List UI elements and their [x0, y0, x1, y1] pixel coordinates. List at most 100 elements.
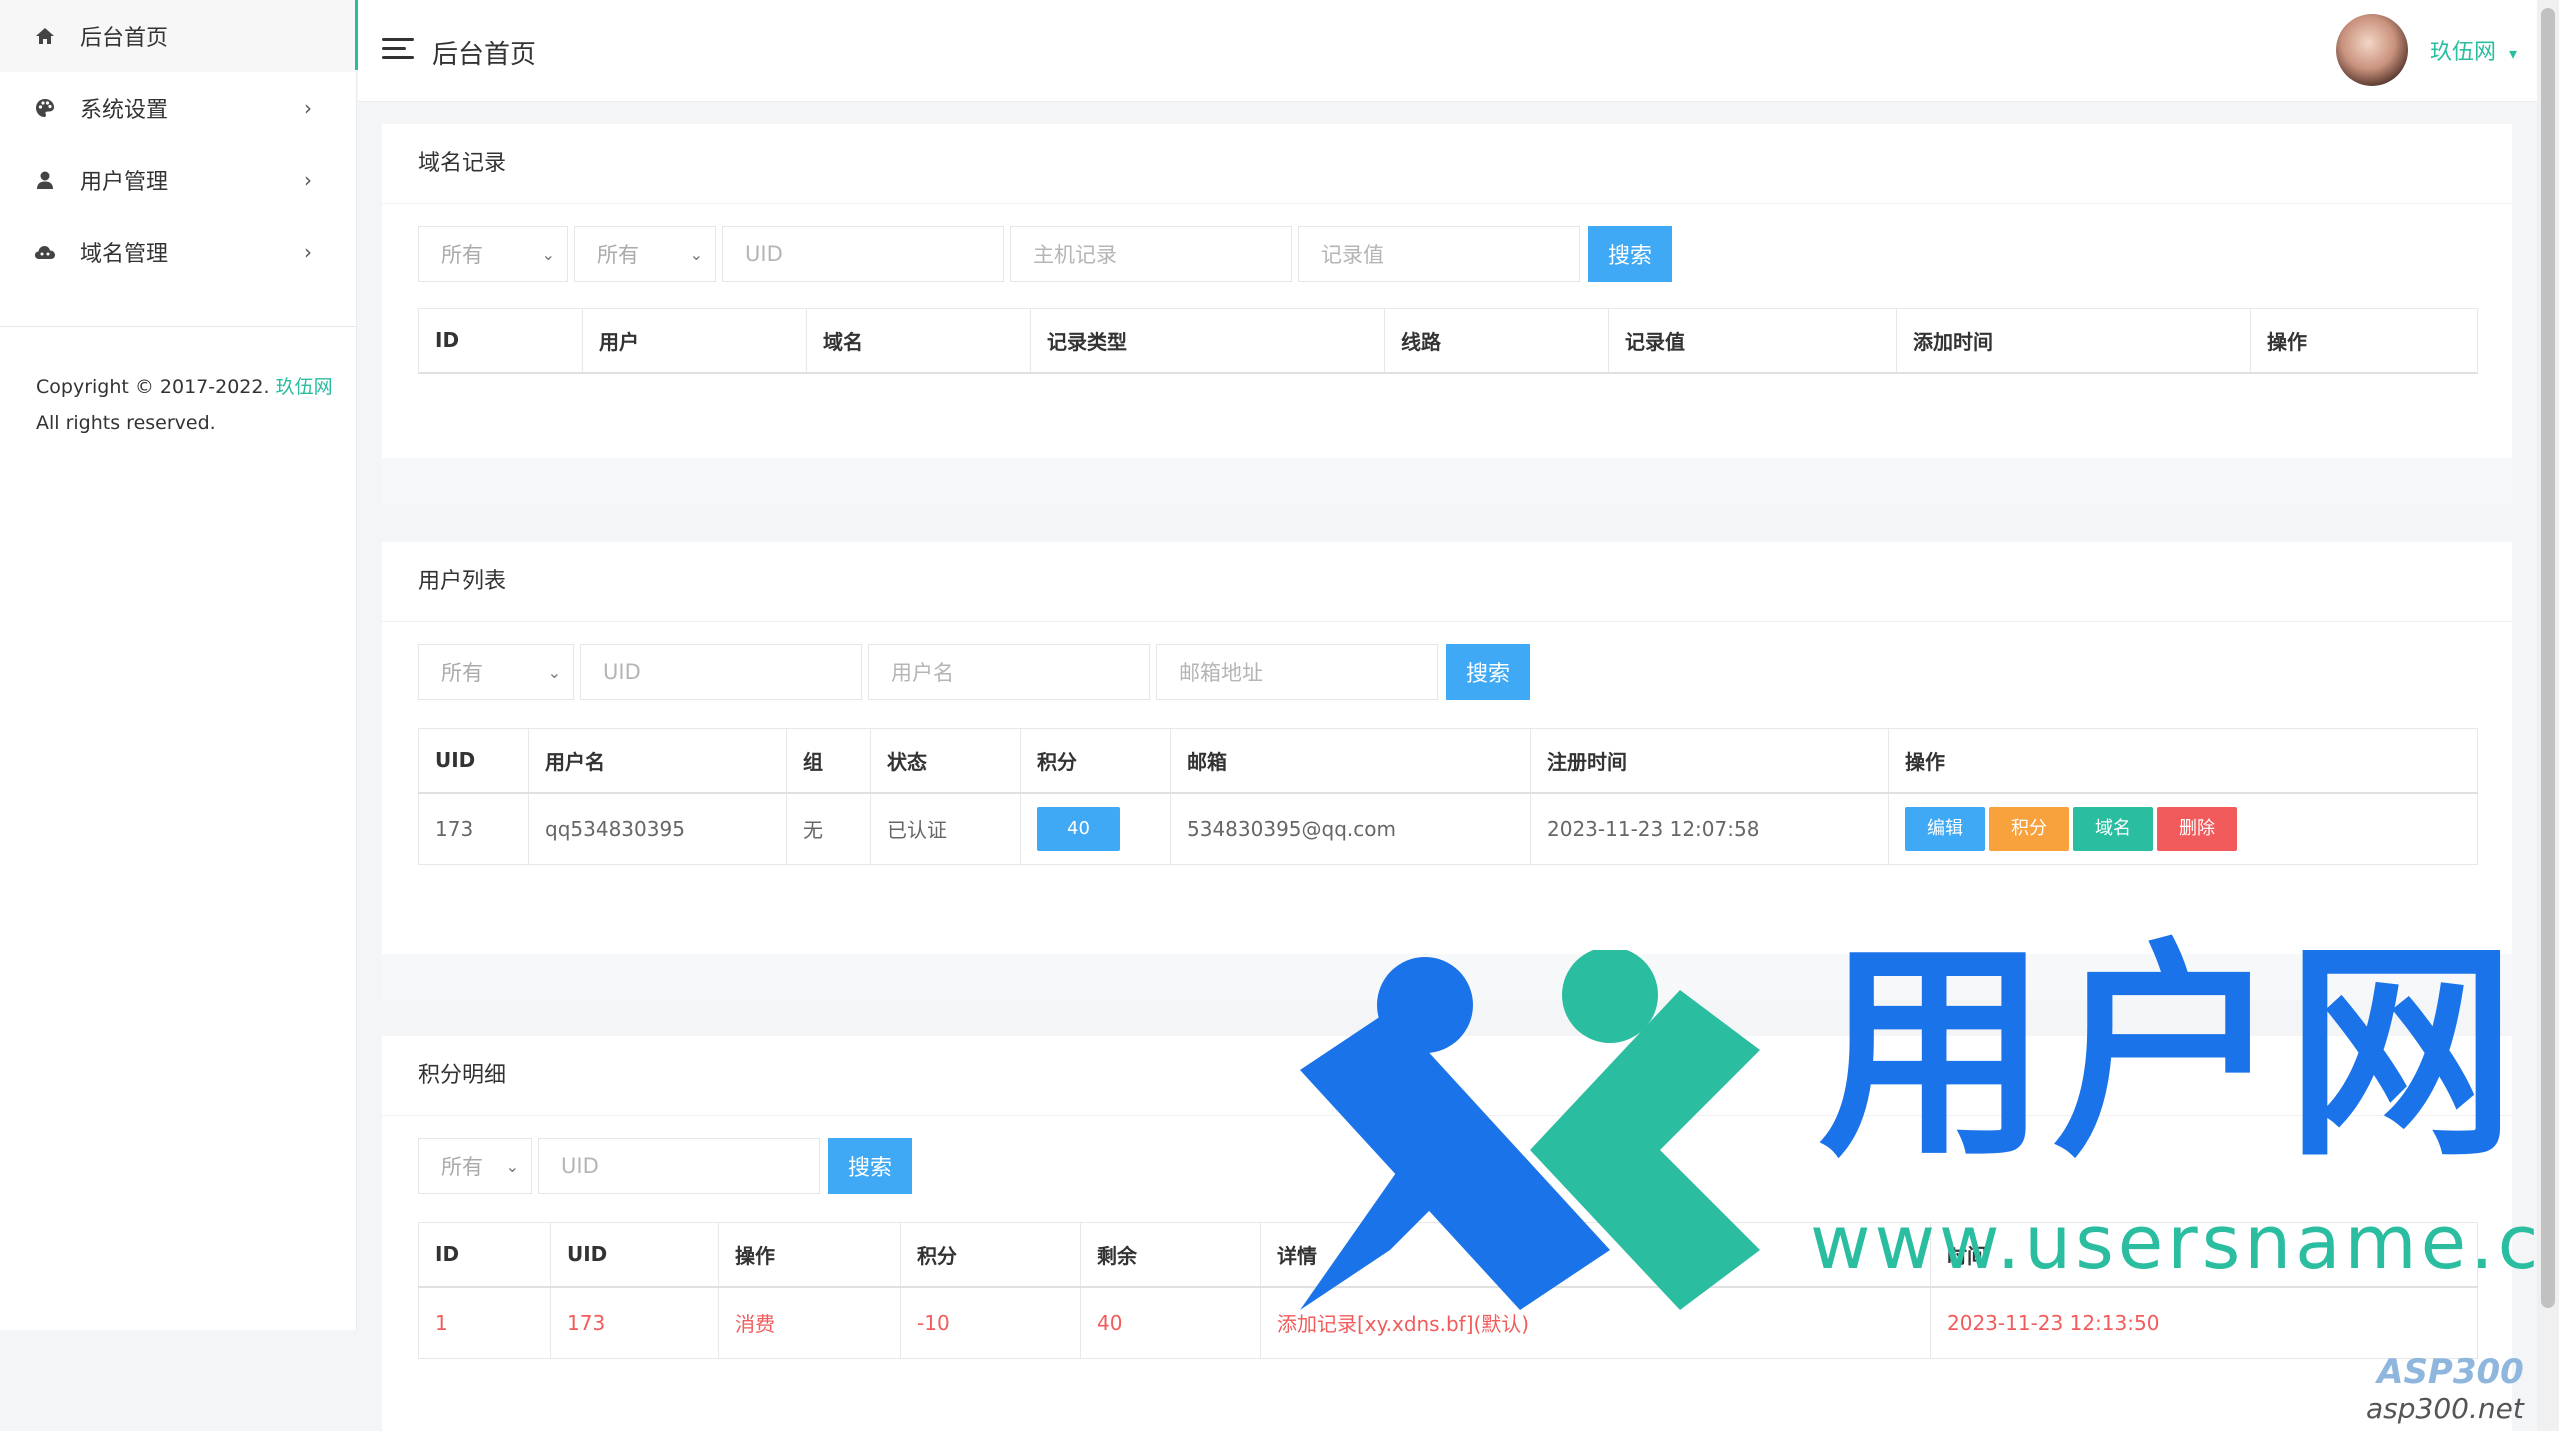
- user-menu[interactable]: 玖伍网 ▾: [2430, 34, 2517, 66]
- copyright-link[interactable]: 玖伍网: [276, 376, 333, 398]
- column-header: 用户名: [528, 728, 787, 794]
- sidebar-item-system-settings[interactable]: 系统设置 ›: [0, 72, 356, 144]
- edit-button[interactable]: 编辑: [1905, 806, 1985, 851]
- cell-username: qq534830395: [528, 792, 787, 865]
- placeholder: 记录值: [1321, 243, 1384, 267]
- username-input[interactable]: 用户名: [868, 644, 1150, 700]
- points-badge[interactable]: 40: [1037, 806, 1120, 851]
- sidebar-item-home[interactable]: 后台首页: [0, 0, 356, 72]
- domain-select-2[interactable]: 所有 ⌄: [574, 226, 716, 282]
- user-icon: [34, 169, 56, 191]
- admin-page: 后台首页 系统设置 › 用户管理 › 域名管理 › Copyright © 20…: [0, 0, 2559, 1431]
- column-header: UID: [550, 1222, 719, 1288]
- cell-detail: 添加记录[xy.xdns.bf](默认): [1260, 1286, 1931, 1359]
- sidebar-item-label: 后台首页: [80, 26, 169, 51]
- page-title: 后台首页: [432, 40, 537, 70]
- user-uid-input[interactable]: UID: [580, 644, 862, 700]
- column-header: ID: [418, 308, 583, 374]
- domain-records-table: ID 用户 域名 记录类型 线路 记录值 添加时间 操作: [418, 308, 2478, 374]
- table-row: 173 qq534830395 无 已认证 40 534830395@qq.co…: [418, 792, 2478, 865]
- cell-status: 已认证: [870, 792, 1021, 865]
- copyright-text: Copyright © 2017-2022.: [36, 376, 276, 398]
- points-select-1[interactable]: 所有 ⌄: [418, 1138, 532, 1194]
- column-header: UID: [418, 728, 529, 794]
- table-header-row: ID 用户 域名 记录类型 线路 记录值 添加时间 操作: [418, 308, 2478, 374]
- domain-button[interactable]: 域名: [2073, 806, 2153, 851]
- email-input[interactable]: 邮箱地址: [1156, 644, 1438, 700]
- chevron-down-icon: ⌄: [505, 1157, 519, 1176]
- home-icon: [34, 25, 56, 47]
- cell-uid: 173: [550, 1286, 719, 1359]
- column-header: 操作: [2250, 308, 2478, 374]
- cell-id: 1: [418, 1286, 551, 1359]
- points-button[interactable]: 积分: [1989, 806, 2069, 851]
- user-select-1[interactable]: 所有 ⌄: [418, 644, 574, 700]
- table-row: 1 173 消费 -10 40 添加记录[xy.xdns.bf](默认) 202…: [418, 1286, 2478, 1359]
- column-header: ID: [418, 1222, 551, 1288]
- select-value: 所有: [441, 1155, 483, 1179]
- card-title: 用户列表: [382, 542, 2512, 622]
- copyright: Copyright © 2017-2022. 玖伍网 All rights re…: [0, 327, 356, 441]
- caret-down-icon: ▾: [2509, 44, 2518, 63]
- card-title: 域名记录: [382, 124, 2512, 204]
- select-value: 所有: [441, 661, 483, 685]
- placeholder: UID: [745, 242, 783, 266]
- sidebar-item-domain-management[interactable]: 域名管理 ›: [0, 216, 356, 288]
- cell-email: 534830395@qq.com: [1170, 792, 1531, 865]
- cell-ops: 编辑 积分 域名 删除: [1888, 792, 2478, 865]
- host-record-input[interactable]: 主机记录: [1010, 226, 1292, 282]
- column-header: 邮箱: [1170, 728, 1531, 794]
- column-header: 剩余: [1080, 1222, 1261, 1288]
- delete-button[interactable]: 删除: [2157, 806, 2237, 851]
- column-header: 添加时间: [1896, 308, 2251, 374]
- card-footer: [382, 954, 2512, 1000]
- column-header: 线路: [1384, 308, 1609, 374]
- points-detail-table: ID UID 操作 积分 剩余 详情 时间 1 173 消费 -10 40 添加…: [418, 1222, 2478, 1359]
- domain-select-1[interactable]: 所有 ⌄: [418, 226, 568, 282]
- card-footer: [382, 458, 2512, 504]
- sidebar-item-user-management[interactable]: 用户管理 ›: [0, 144, 356, 216]
- user-list-table: UID 用户名 组 状态 积分 邮箱 注册时间 操作 173 qq5348303…: [418, 728, 2478, 865]
- scrollbar-thumb[interactable]: [2541, 8, 2555, 1308]
- menu-toggle-icon[interactable]: [382, 38, 414, 62]
- table-header-row: UID 用户名 组 状态 积分 邮箱 注册时间 操作: [418, 728, 2478, 794]
- column-header: 状态: [870, 728, 1021, 794]
- vertical-scrollbar[interactable]: [2537, 0, 2559, 1431]
- cell-points: -10: [900, 1286, 1081, 1359]
- column-header: 操作: [1888, 728, 2478, 794]
- corner-brand: ASP300 asp300.net: [2366, 1352, 2524, 1425]
- cell-group: 无: [786, 792, 871, 865]
- column-header: 记录类型: [1030, 308, 1385, 374]
- chevron-right-icon: ›: [304, 96, 312, 120]
- sidebar: 后台首页 系统设置 › 用户管理 › 域名管理 › Copyright © 20…: [0, 0, 357, 1330]
- cell-uid: 173: [418, 792, 529, 865]
- chevron-down-icon: ⌄: [547, 663, 561, 682]
- palette-icon: [34, 97, 56, 119]
- select-value: 所有: [597, 243, 639, 267]
- points-detail-card: 积分明细 所有 ⌄ UID 搜索 ID UID 操作 积分 剩余 详情 时间 1: [382, 1036, 2512, 1431]
- domain-search-button[interactable]: 搜索: [1588, 226, 1672, 282]
- domain-uid-input[interactable]: UID: [722, 226, 1004, 282]
- table-header-row: ID UID 操作 积分 剩余 详情 时间: [418, 1222, 2478, 1288]
- chevron-down-icon: ⌄: [541, 245, 555, 264]
- record-value-input[interactable]: 记录值: [1298, 226, 1580, 282]
- cell-reg-time: 2023-11-23 12:07:58: [1530, 792, 1889, 865]
- points-search-button[interactable]: 搜索: [828, 1138, 912, 1194]
- column-header: 注册时间: [1530, 728, 1889, 794]
- user-filter-row: 所有 ⌄ UID 用户名 邮箱地址 搜索: [418, 644, 2512, 700]
- top-header: 后台首页 玖伍网 ▾: [358, 0, 2537, 102]
- chevron-right-icon: ›: [304, 168, 312, 192]
- domain-records-card: 域名记录 所有 ⌄ 所有 ⌄ UID 主机记录 记录值 搜索 ID 用户 域名 …: [382, 124, 2512, 504]
- corner-brand-name: ASP300: [2377, 1352, 2524, 1392]
- user-search-button[interactable]: 搜索: [1446, 644, 1530, 700]
- cloud-icon: [34, 241, 56, 263]
- placeholder: UID: [603, 660, 641, 684]
- points-uid-input[interactable]: UID: [538, 1138, 820, 1194]
- chevron-down-icon: ⌄: [689, 245, 703, 264]
- column-header: 操作: [718, 1222, 901, 1288]
- column-header: 域名: [806, 308, 1031, 374]
- cell-points: 40: [1020, 792, 1171, 865]
- cell-remain: 40: [1080, 1286, 1261, 1359]
- column-header: 时间: [1930, 1222, 2478, 1288]
- avatar[interactable]: [2336, 14, 2408, 86]
